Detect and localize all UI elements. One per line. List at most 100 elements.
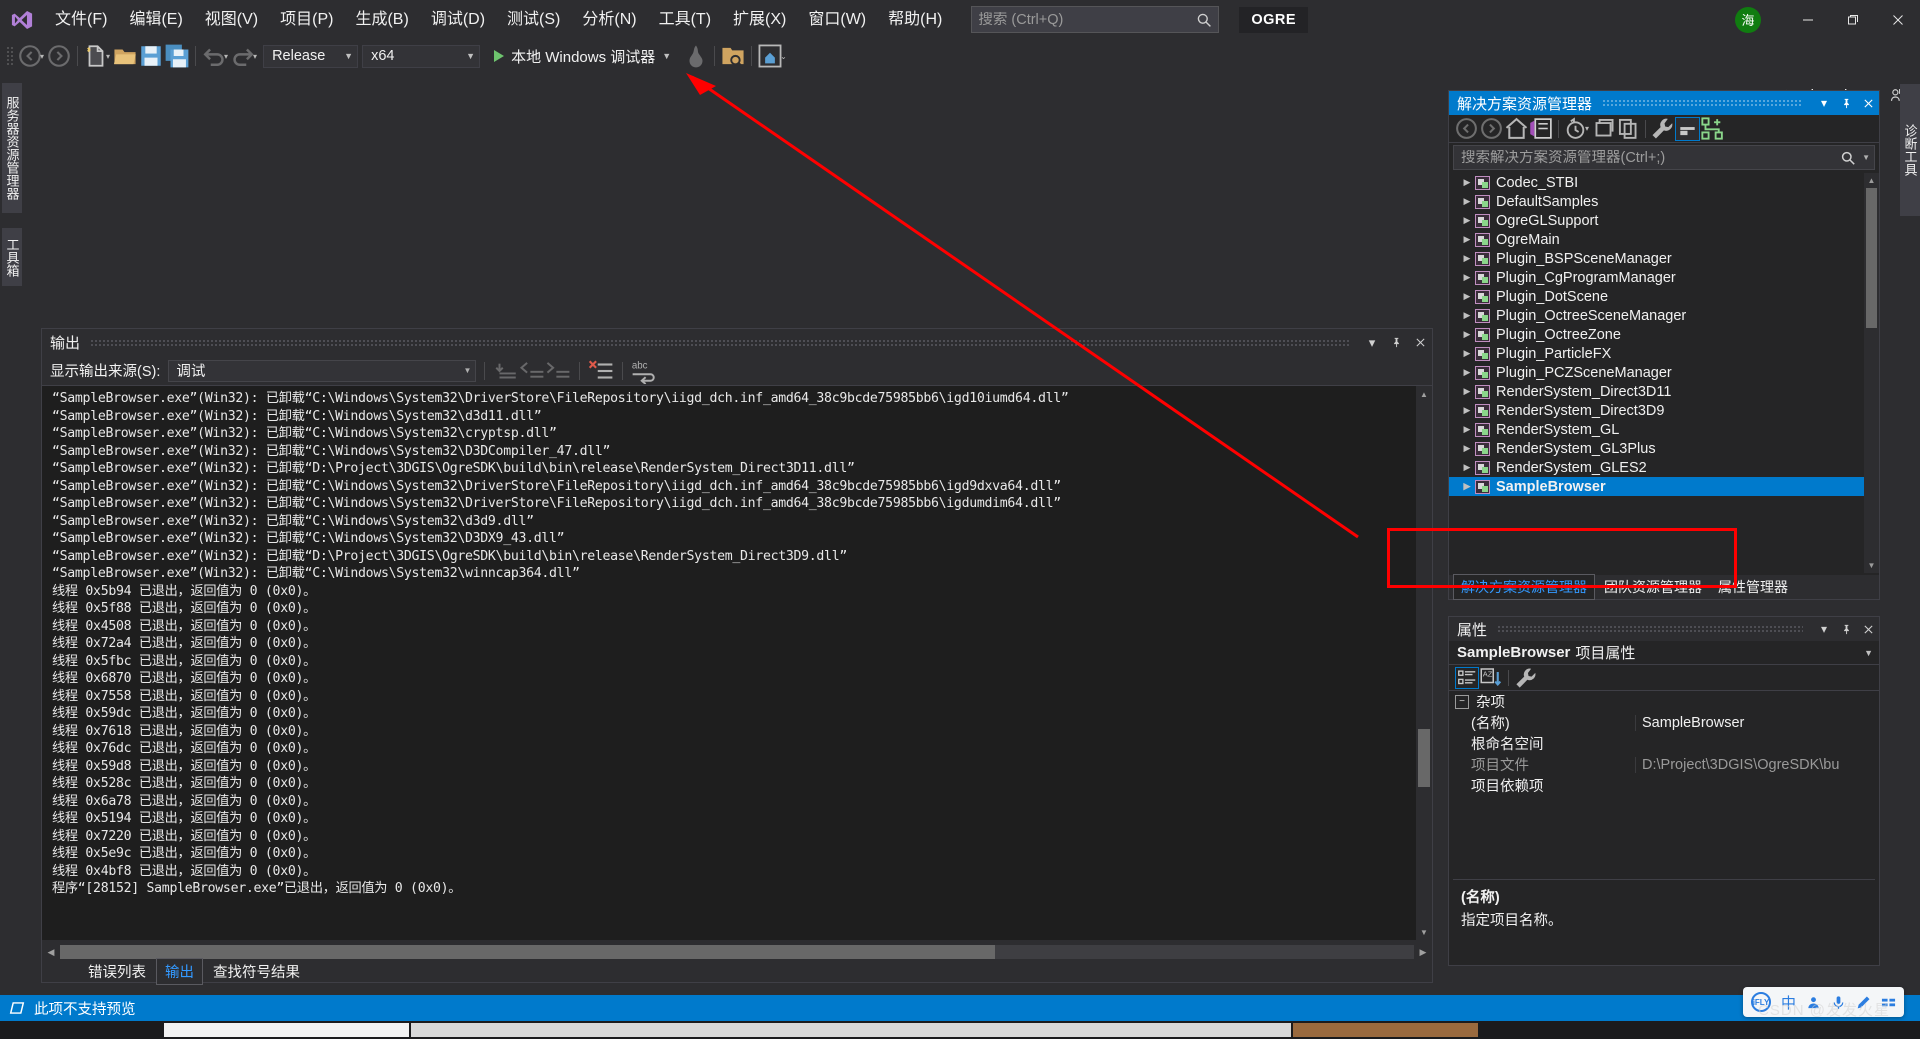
chevron-right-icon[interactable]: ▶ [1459, 234, 1475, 245]
toolbar-grip[interactable] [6, 46, 14, 66]
chevron-right-icon[interactable]: ▶ [1459, 386, 1475, 397]
tab-output[interactable]: 输出 [156, 957, 203, 985]
chevron-right-icon[interactable]: ▶ [1459, 424, 1475, 435]
chevron-right-icon[interactable]: ▶ [1459, 405, 1475, 416]
iflytek-logo-icon[interactable]: iFLY [1750, 992, 1771, 1012]
property-value[interactable]: SampleBrowser [1635, 714, 1879, 731]
properties-menu-icon[interactable]: ▾ [1813, 618, 1835, 640]
quick-launch-input[interactable] [978, 11, 1197, 28]
menu-help[interactable]: 帮助(H) [877, 0, 953, 39]
ime-mode-label[interactable]: 中 [1781, 992, 1796, 1013]
tree-item[interactable]: ▶ OgreGLSupport [1449, 211, 1879, 230]
ime-handwriting-icon[interactable] [1856, 995, 1871, 1010]
solution-explorer-scrollbar[interactable]: ▲ ▼ [1864, 173, 1879, 573]
clear-all-icon[interactable] [588, 359, 614, 383]
menu-edit[interactable]: 编辑(E) [118, 0, 193, 39]
properties-pin-icon[interactable] [1835, 618, 1857, 640]
avatar[interactable]: 海 [1735, 6, 1761, 33]
tree-item[interactable]: ▶ RenderSystem_GL [1449, 420, 1879, 439]
vtab-toolbox[interactable]: 工具箱 [2, 228, 22, 286]
previous-message-icon[interactable] [519, 359, 545, 383]
save-all-icon[interactable] [164, 43, 190, 69]
tree-item[interactable]: ▶ RenderSystem_GLES2 [1449, 458, 1879, 477]
categorized-view-icon[interactable] [1455, 666, 1479, 689]
property-row[interactable]: 根命名空间 [1449, 733, 1879, 754]
property-row[interactable]: 项目文件 D:\Project\3DGIS\OgreSDK\bu [1449, 754, 1879, 775]
scroll-down-icon[interactable]: ▼ [1864, 558, 1879, 573]
back-icon[interactable] [1454, 117, 1479, 141]
home-window-icon[interactable] [757, 43, 783, 69]
solution-explorer-close-icon[interactable] [1857, 92, 1879, 114]
ime-emoji-icon[interactable] [1806, 995, 1821, 1010]
sync-with-active-document-icon[interactable] [1591, 117, 1616, 141]
output-vertical-scrollbar[interactable]: ▲ ▼ [1416, 386, 1432, 940]
chevron-right-icon[interactable]: ▶ [1459, 253, 1475, 264]
chevron-right-icon[interactable]: ▶ [1459, 272, 1475, 283]
output-panel-close-icon[interactable] [1408, 331, 1432, 355]
output-h-scroll-track[interactable] [60, 945, 1414, 959]
tab-team-explorer[interactable]: 团队资源管理器 [1597, 575, 1709, 599]
search-options-dropdown-icon[interactable]: ▼ [1862, 153, 1870, 162]
tree-item[interactable]: ▶ Codec_STBI [1449, 173, 1879, 192]
next-message-icon[interactable] [545, 359, 571, 383]
navigate-backward-icon[interactable] [17, 43, 43, 69]
redo-icon[interactable] [230, 43, 256, 69]
solution-search-input[interactable] [1461, 149, 1841, 166]
tree-item[interactable]: ▶ Plugin_DotScene [1449, 287, 1879, 306]
quick-launch-search[interactable] [971, 6, 1220, 33]
chevron-right-icon[interactable]: ▶ [1459, 196, 1475, 207]
tree-item[interactable]: ▶ Plugin_ParticleFX [1449, 344, 1879, 363]
collapse-all-icon[interactable] [1675, 116, 1701, 141]
solution-explorer-search[interactable]: ▼ [1453, 145, 1875, 170]
solution-explorer-tree[interactable]: ▶ Codec_STBI ▶ DefaultSamples ▶ OgreGLSupport… [1449, 173, 1879, 573]
tree-item[interactable]: ▶ Plugin_OctreeZone [1449, 325, 1879, 344]
chevron-right-icon[interactable]: ▶ [1459, 310, 1475, 321]
chevron-right-icon[interactable]: ▶ [1459, 443, 1475, 454]
chevron-down-icon[interactable]: ▼ [1864, 648, 1873, 658]
ime-toolbar[interactable]: iFLY 中 [1742, 987, 1904, 1017]
menu-analyze[interactable]: 分析(N) [571, 0, 647, 39]
solution-scroll-thumb[interactable] [1866, 188, 1877, 328]
solution-explorer-menu-icon[interactable]: ▾ [1813, 92, 1835, 114]
chevron-right-icon[interactable]: ▶ [1459, 177, 1475, 188]
property-value[interactable]: D:\Project\3DGIS\OgreSDK\bu [1635, 756, 1879, 773]
chevron-right-icon[interactable]: ▶ [1459, 348, 1475, 359]
output-panel-pin-icon[interactable] [1384, 331, 1408, 355]
menu-file[interactable]: 文件(F) [44, 0, 118, 39]
tab-error-list[interactable]: 错误列表 [80, 959, 154, 984]
chevron-right-icon[interactable]: ▶ [1459, 462, 1475, 473]
solution-explorer-pin-icon[interactable] [1835, 92, 1857, 114]
show-all-files-icon[interactable] [1700, 117, 1725, 141]
menu-build[interactable]: 生成(B) [344, 0, 419, 39]
scroll-up-icon[interactable]: ▲ [1864, 173, 1879, 188]
property-row[interactable]: (名称) SampleBrowser [1449, 712, 1879, 733]
chevron-right-icon[interactable]: ▶ [1459, 481, 1475, 492]
output-source-combo[interactable]: 调试 ▼ [168, 359, 477, 382]
save-icon[interactable] [138, 43, 164, 69]
close-button[interactable] [1875, 0, 1920, 39]
search-folder-icon[interactable] [720, 43, 746, 69]
configuration-combo[interactable]: Release ▼ [263, 44, 359, 68]
tree-item[interactable]: ▶ RenderSystem_GL3Plus [1449, 439, 1879, 458]
platform-combo[interactable]: x64 ▼ [362, 44, 481, 68]
start-debugging-button[interactable]: 本地 Windows 调试器 ▼ [488, 43, 677, 69]
tree-item[interactable]: ▶ RenderSystem_Direct3D9 [1449, 401, 1879, 420]
filter-dropdown-icon[interactable]: ▾ [1585, 124, 1589, 133]
minimize-button[interactable] [1785, 0, 1830, 39]
menu-debug[interactable]: 调试(D) [420, 0, 496, 39]
chevron-right-icon[interactable]: ▶ [1459, 329, 1475, 340]
scroll-right-icon[interactable]: ▶ [1414, 943, 1432, 961]
property-row[interactable]: 项目依赖项 [1449, 775, 1879, 796]
tree-item[interactable]: ▶ Plugin_BSPSceneManager [1449, 249, 1879, 268]
scroll-left-icon[interactable]: ◀ [42, 943, 60, 961]
menu-tools[interactable]: 工具(T) [648, 0, 722, 39]
scroll-down-icon[interactable]: ▼ [1416, 924, 1432, 940]
taskbar-window-3[interactable] [1293, 1023, 1478, 1037]
restore-button[interactable] [1830, 0, 1875, 39]
menu-view[interactable]: 视图(V) [194, 0, 269, 39]
tree-item[interactable]: ▶ OgreMain [1449, 230, 1879, 249]
tree-item[interactable]: ▶ DefaultSamples [1449, 192, 1879, 211]
vtab-server-explorer[interactable]: 服务器资源管理器 [2, 83, 22, 213]
scroll-up-icon[interactable]: ▲ [1416, 386, 1432, 402]
property-pages-wrench-icon[interactable] [1514, 667, 1538, 689]
